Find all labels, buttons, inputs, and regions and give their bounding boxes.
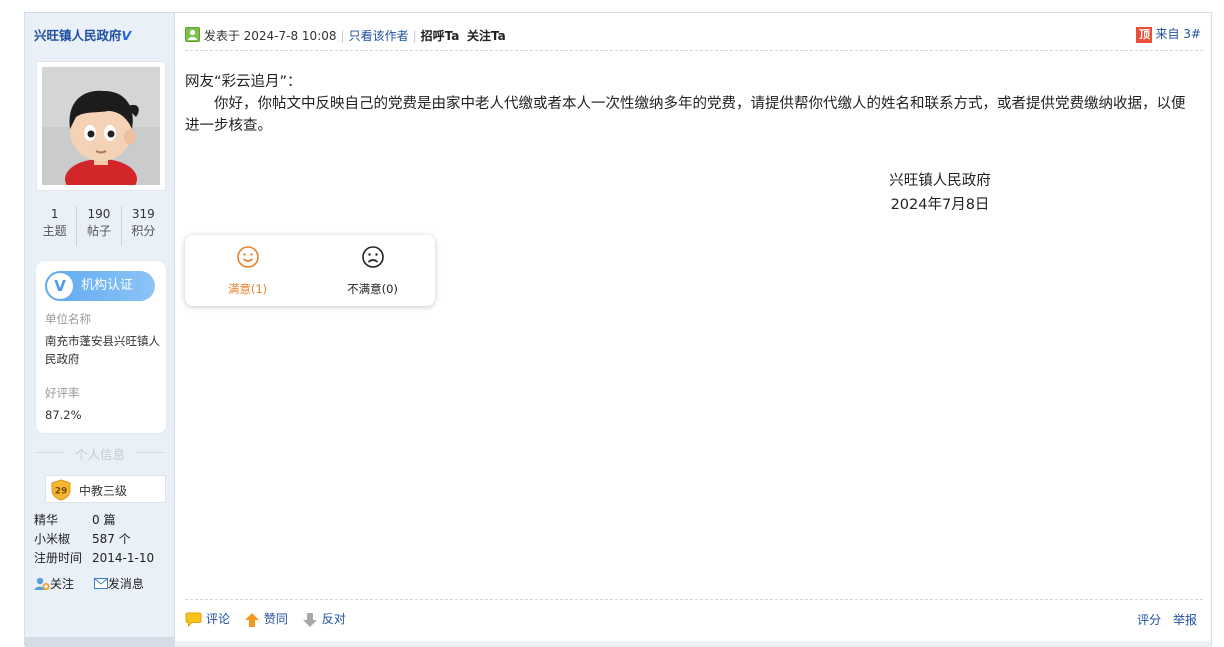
org-cert-badge: V 机构认证 [45, 271, 155, 301]
avatar[interactable] [36, 61, 166, 191]
info-register-date: 注册时间 2014-1-10 [34, 551, 155, 565]
info-pepper: 小米椒 587 个 [34, 532, 131, 546]
verified-icon: V [47, 273, 73, 299]
personal-info-heading: 个人信息 [35, 444, 165, 462]
post-body: 发表于 2024-7-8 10:08 | 只看该作者 | 招呼Ta 关注Ta 顶来自 3… [175, 13, 1211, 647]
post-header: 发表于 2024-7-8 10:08 | 只看该作者 | 招呼Ta 关注Ta [185, 25, 506, 43]
vip-badge: V [121, 28, 132, 43]
unit-name-label: 单位名称 [45, 312, 91, 326]
frown-icon [362, 246, 384, 268]
satisfaction-panel: 满意(1) 不满意(0) [185, 235, 435, 306]
comment-bubble-icon [185, 612, 202, 628]
oppose-button[interactable]: 反对 [302, 610, 346, 628]
greet-link[interactable]: 招呼Ta [421, 29, 460, 43]
author-name[interactable]: 兴旺镇人民政府V [34, 25, 131, 44]
avatar-image [42, 67, 160, 185]
unsatisfied-button[interactable]: 不满意(0) [310, 235, 435, 306]
greeting-line: 网友“彩云追月”： [185, 74, 302, 90]
report-link[interactable]: 举报 [1173, 613, 1197, 627]
post-actions: 评论 赞同 反对 [185, 610, 356, 628]
author-sidebar: 兴旺镇人民政府V 1 主题 190 帖子 319 积分 V 机构认证 单位名称 … [25, 13, 175, 647]
arrow-down-icon [302, 612, 317, 627]
post-tools: 评分 举报 [1129, 611, 1197, 628]
svg-text:29: 29 [55, 487, 68, 497]
user-level[interactable]: 29 中教三级 [45, 475, 166, 503]
envelope-icon [93, 578, 108, 589]
smile-icon [237, 246, 259, 268]
info-essence: 精华 0 篇 [34, 513, 116, 527]
level-shield-icon: 29 [51, 479, 71, 501]
author-stats: 1 主题 190 帖子 319 积分 [33, 206, 165, 246]
signature-date: 2024年7月8日 [890, 197, 990, 213]
floor-number[interactable]: 顶来自 3# [1136, 25, 1201, 43]
add-friend-icon [34, 577, 50, 590]
certification-card: V 机构认证 单位名称 南充市蓬安县兴旺镇人民政府 好评率 87.2% [36, 261, 166, 433]
online-user-icon [185, 27, 200, 42]
unit-name-value: 南充市蓬安县兴旺镇人民政府 [45, 334, 160, 366]
post-frame: 兴旺镇人民政府V 1 主题 190 帖子 319 积分 V 机构认证 单位名称 … [24, 12, 1212, 647]
follow-ta-link[interactable]: 关注Ta [467, 29, 506, 43]
author-actions: 关注 发消息 [34, 575, 144, 592]
satisfied-button[interactable]: 满意(1) [185, 235, 310, 306]
top-icon: 顶 [1136, 26, 1153, 43]
score-link[interactable]: 评分 [1137, 613, 1161, 627]
only-author-link[interactable]: 只看该作者 [349, 29, 409, 43]
stat-points[interactable]: 319 积分 [122, 206, 165, 246]
rating-rate-value: 87.2% [45, 408, 82, 422]
stat-topics[interactable]: 1 主题 [33, 206, 78, 246]
reply-text: 你好，你帖文中反映自己的党费是由家中老人代缴或者本人一次性缴纳多年的党费，请提供… [185, 96, 1186, 134]
agree-button[interactable]: 赞同 [244, 610, 288, 628]
stat-posts[interactable]: 190 帖子 [77, 206, 122, 246]
send-message-button[interactable]: 发消息 [93, 576, 144, 591]
arrow-up-icon [244, 612, 259, 627]
comment-button[interactable]: 评论 [185, 610, 230, 628]
signature-org: 兴旺镇人民政府 [889, 173, 991, 189]
rating-rate-label: 好评率 [45, 386, 80, 400]
follow-button[interactable]: 关注 [34, 576, 78, 591]
post-content: 网友“彩云追月”： 你好，你帖文中反映自己的党费是由家中老人代缴或者本人一次性缴… [185, 71, 1197, 137]
post-time: 发表于 2024-7-8 10:08 [203, 29, 337, 43]
